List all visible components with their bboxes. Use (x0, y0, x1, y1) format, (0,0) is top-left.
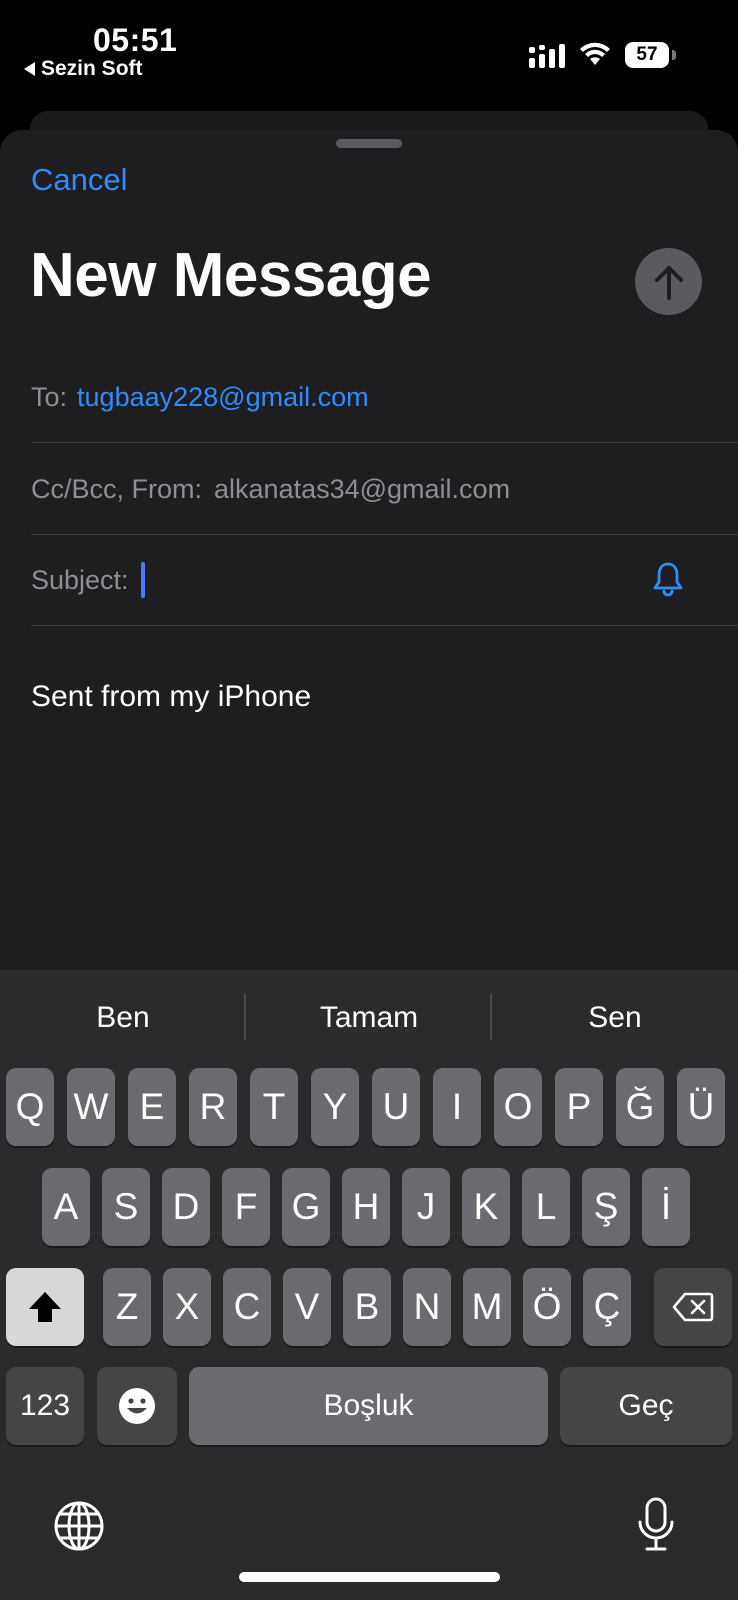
key-l[interactable]: L (522, 1168, 570, 1246)
bell-icon[interactable] (652, 561, 684, 597)
to-recipient[interactable]: tugbaay228@gmail.com (77, 382, 369, 413)
key-x[interactable]: X (163, 1268, 211, 1346)
from-address[interactable]: alkanatas34@gmail.com (214, 474, 510, 505)
compose-sheet: Cancel New Message To: tugbaay228@gmail.… (0, 130, 738, 970)
key-v[interactable]: V (283, 1268, 331, 1346)
emoji-key[interactable] (97, 1367, 177, 1445)
key-t[interactable]: T (250, 1068, 298, 1146)
key-g-breve[interactable]: Ğ (616, 1068, 664, 1146)
emoji-smiley-icon (119, 1388, 155, 1424)
key-y[interactable]: Y (311, 1068, 359, 1146)
key-z[interactable]: Z (103, 1268, 151, 1346)
key-s[interactable]: S (102, 1168, 150, 1246)
space-key[interactable]: Boşluk (189, 1367, 548, 1445)
suggestion-2[interactable]: Tamam (246, 970, 492, 1066)
suggestion-3[interactable]: Sen (492, 970, 738, 1066)
battery-level: 57 (636, 44, 658, 65)
back-triangle-icon (24, 62, 35, 76)
sheet-grabber[interactable] (336, 139, 402, 148)
back-to-app-link[interactable]: Sezin Soft (24, 57, 143, 81)
send-button[interactable] (635, 248, 702, 315)
cc-bcc-from-field[interactable]: Cc/Bcc, From: alkanatas34@gmail.com (31, 444, 738, 535)
key-o-umlaut[interactable]: Ö (523, 1268, 571, 1346)
cc-label: Cc/Bcc, From: (31, 473, 203, 504)
text-cursor (140, 562, 145, 598)
key-b[interactable]: B (343, 1268, 391, 1346)
key-m[interactable]: M (463, 1268, 511, 1346)
to-label: To: (31, 381, 68, 412)
backspace-key[interactable] (654, 1268, 732, 1346)
key-u[interactable]: U (372, 1068, 420, 1146)
keyboard: Ben Tamam Sen Q W E R T Y U I O P Ğ Ü A … (0, 970, 738, 1600)
key-j[interactable]: J (402, 1168, 450, 1246)
return-key[interactable]: Geç (560, 1367, 732, 1445)
message-body[interactable]: Sent from my iPhone (31, 680, 311, 714)
home-indicator[interactable] (239, 1572, 500, 1582)
key-o[interactable]: O (494, 1068, 542, 1146)
key-k[interactable]: K (462, 1168, 510, 1246)
suggestion-1[interactable]: Ben (0, 970, 246, 1066)
key-c[interactable]: C (223, 1268, 271, 1346)
key-h[interactable]: H (342, 1168, 390, 1246)
microphone-icon[interactable] (635, 1496, 677, 1554)
key-s-cedilla[interactable]: Ş (582, 1168, 630, 1246)
key-f[interactable]: F (222, 1168, 270, 1246)
key-u-umlaut[interactable]: Ü (677, 1068, 725, 1146)
key-i-dotted[interactable]: İ (642, 1168, 690, 1246)
key-p[interactable]: P (555, 1068, 603, 1146)
subject-field[interactable]: Subject: (31, 535, 738, 626)
status-bar: 05:51 Sezin Soft 57 (0, 0, 738, 110)
key-w[interactable]: W (67, 1068, 115, 1146)
page-title: New Message (30, 241, 432, 310)
cancel-button[interactable]: Cancel (31, 162, 128, 198)
key-n[interactable]: N (403, 1268, 451, 1346)
arrow-up-icon (654, 265, 683, 300)
battery-indicator: 57 (625, 42, 676, 68)
key-r[interactable]: R (189, 1068, 237, 1146)
shift-key[interactable] (6, 1268, 84, 1346)
key-q[interactable]: Q (6, 1068, 54, 1146)
backspace-icon (672, 1292, 714, 1322)
cellular-signal-icon (529, 44, 565, 68)
subject-label: Subject: (31, 564, 129, 595)
shift-arrow-icon (29, 1292, 61, 1322)
status-time: 05:51 (93, 22, 178, 58)
key-d[interactable]: D (162, 1168, 210, 1246)
numbers-key[interactable]: 123 (6, 1367, 84, 1445)
key-c-cedilla[interactable]: Ç (583, 1268, 631, 1346)
key-e[interactable]: E (128, 1068, 176, 1146)
back-app-label: Sezin Soft (41, 57, 143, 80)
key-i[interactable]: I (433, 1068, 481, 1146)
key-g[interactable]: G (282, 1168, 330, 1246)
to-field[interactable]: To: tugbaay228@gmail.com (31, 352, 738, 443)
wifi-icon (580, 42, 610, 65)
globe-icon[interactable] (53, 1500, 105, 1552)
key-a[interactable]: A (42, 1168, 90, 1246)
